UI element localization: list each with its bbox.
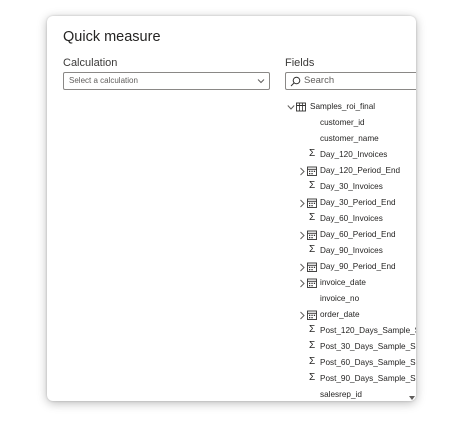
measure-row[interactable]: Σ Day_30_Invoices [287,180,416,196]
measure-row[interactable]: Σ Post_30_Days_Sample_Sales [287,340,416,356]
field-row[interactable]: customer_id [287,116,416,132]
expand-chevron-icon[interactable] [298,311,306,320]
sigma-icon: Σ [309,180,316,191]
dialog-title: Quick measure [63,29,161,45]
sigma-icon: Σ [309,244,316,255]
date-row[interactable]: invoice_date [287,276,416,292]
date-row[interactable]: order_date [287,308,416,324]
expand-chevron-icon[interactable] [298,263,306,272]
measure-row[interactable]: Σ Day_120_Invoices [287,148,416,164]
measure-row[interactable]: Σ Post_60_Days_Sample_Sales [287,356,416,372]
calculation-label: Calculation [63,57,118,69]
field-label: customer_name [320,134,379,143]
sigma-icon: Σ [309,372,316,383]
field-row[interactable]: salesrep_id [287,388,416,401]
field-row[interactable]: invoice_no [287,292,416,308]
sigma-icon: Σ [309,148,316,159]
date-row[interactable]: Day_30_Period_End [287,196,416,212]
field-label: Day_90_Period_End [320,262,396,271]
field-label: Day_60_Period_End [320,230,396,239]
expand-chevron-icon[interactable] [298,199,306,208]
field-row[interactable]: customer_name [287,132,416,148]
field-label: Day_90_Invoices [320,246,383,255]
calculation-dropdown[interactable]: Select a calculation [63,72,270,90]
table-icon [296,102,306,112]
calendar-icon [307,230,317,240]
search-placeholder: Search [304,75,335,86]
measure-row[interactable]: Σ Day_60_Invoices [287,212,416,228]
date-row[interactable]: Day_90_Period_End [287,260,416,276]
expand-chevron-icon[interactable] [298,167,306,176]
fields-search-input[interactable]: Search [285,72,416,90]
expand-chevron-icon[interactable] [298,279,306,288]
calendar-icon [307,310,317,320]
calendar-icon [307,262,317,272]
tree-table-row[interactable]: Samples_roi_final [287,100,416,116]
measure-row[interactable]: Σ Post_90_Days_Sample_Sales [287,372,416,388]
expand-chevron-icon[interactable] [298,231,306,240]
sigma-icon: Σ [309,212,316,223]
field-label: Day_60_Invoices [320,214,383,223]
field-label: Post_60_Days_Sample_Sales [320,358,416,367]
field-label: Post_120_Days_Sample_Sales [320,326,416,335]
quick-measure-dialog: Quick measure Calculation Select a calcu… [47,16,416,401]
field-label: Day_120_Invoices [320,150,388,159]
chevron-down-icon [257,79,265,84]
calendar-icon [307,198,317,208]
measure-row[interactable]: Σ Post_120_Days_Sample_Sales [287,324,416,340]
calculation-placeholder: Select a calculation [69,76,138,85]
calendar-icon [307,278,317,288]
field-label: Post_30_Days_Sample_Sales [320,342,416,351]
field-label: invoice_date [320,278,366,287]
field-label: Day_30_Period_End [320,198,396,207]
table-name: Samples_roi_final [310,102,376,111]
field-label: order_date [320,310,360,319]
field-label: salesrep_id [320,390,362,399]
field-label: invoice_no [320,294,360,303]
sigma-icon: Σ [309,324,316,335]
date-row[interactable]: Day_60_Period_End [287,228,416,244]
measure-row[interactable]: Σ Day_90_Invoices [287,244,416,260]
field-label: customer_id [320,118,365,127]
search-icon [290,76,301,87]
field-label: Day_120_Period_End [320,166,401,175]
date-row[interactable]: Day_120_Period_End [287,164,416,180]
sigma-icon: Σ [309,340,316,351]
calendar-icon [307,166,317,176]
fields-label: Fields [285,57,315,69]
field-label: Day_30_Invoices [320,182,383,191]
sigma-icon: Σ [309,356,316,367]
field-label: Post_90_Days_Sample_Sales [320,374,416,383]
collapse-chevron-icon[interactable] [287,103,295,112]
scroll-down-icon[interactable] [409,396,415,400]
